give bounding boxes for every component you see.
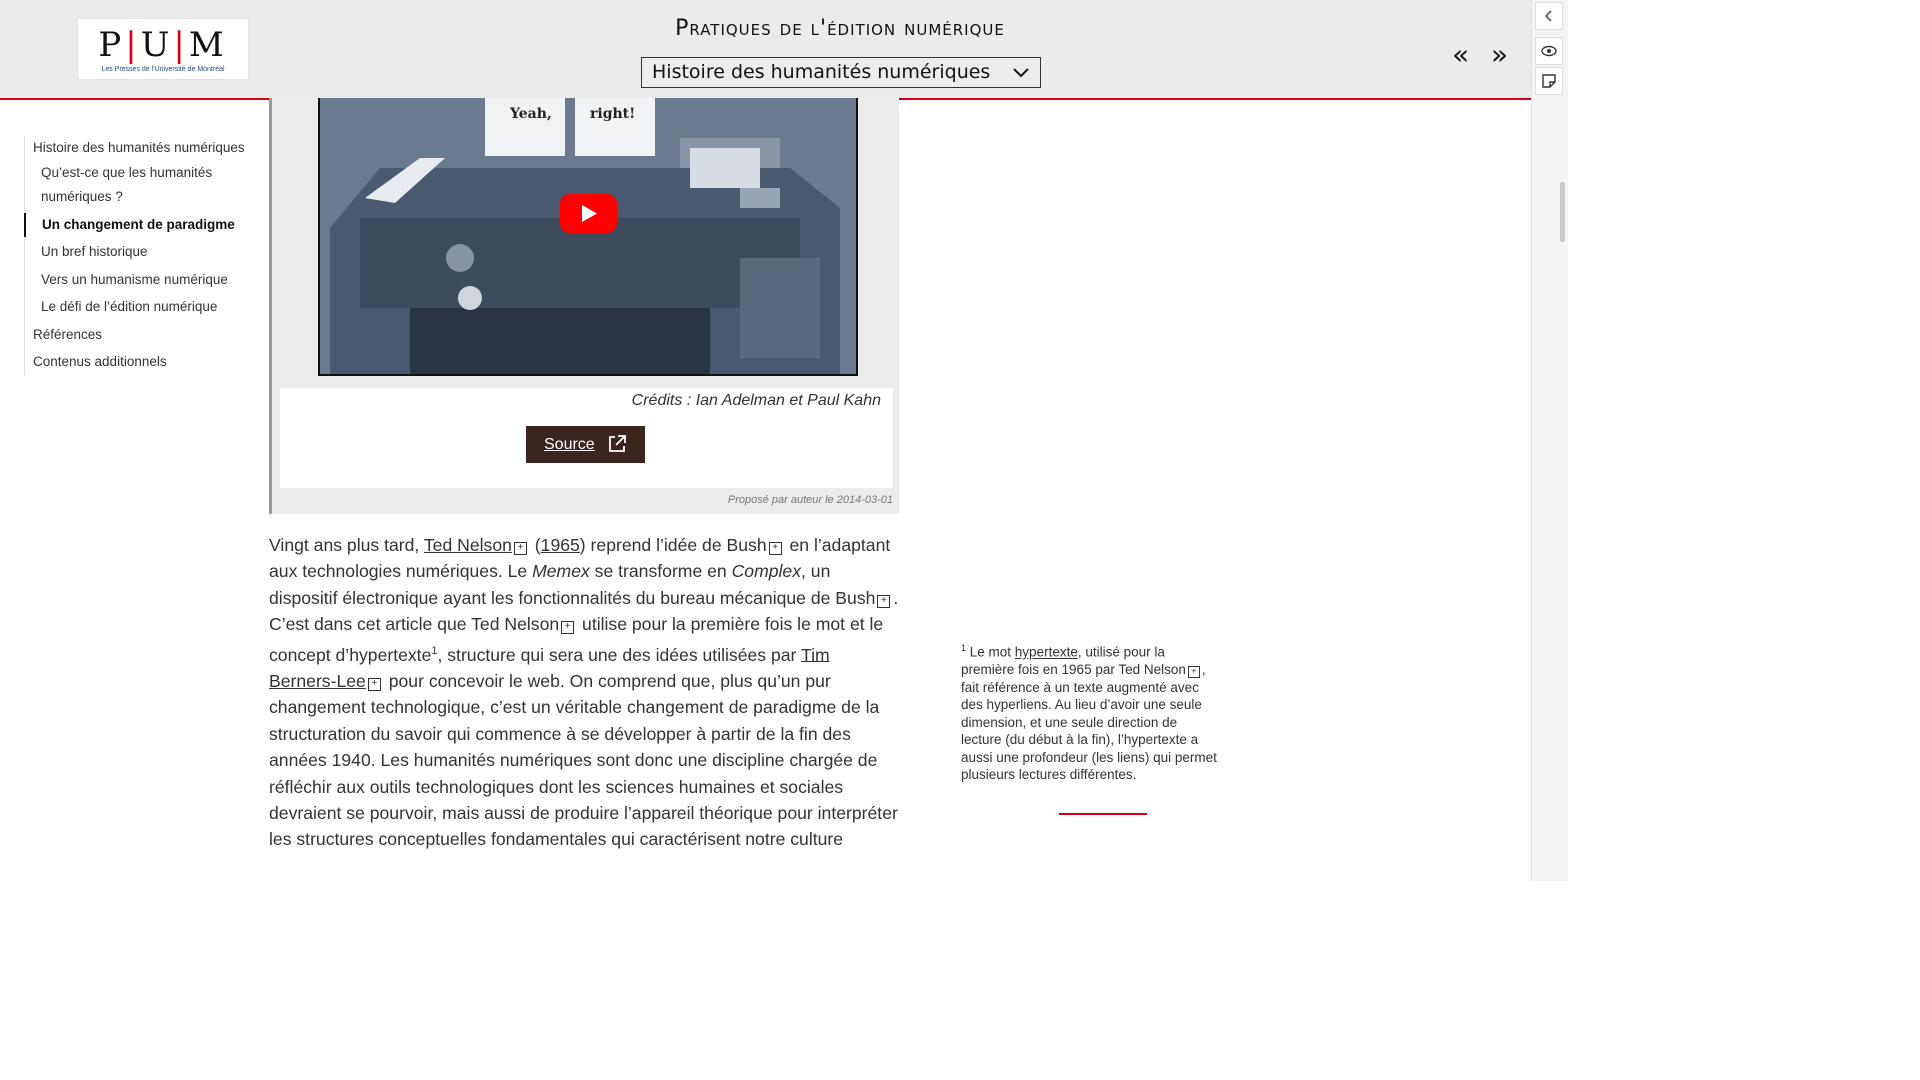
toc-item-humanisme-numerique[interactable]: Vers un humanisme numérique xyxy=(25,268,252,293)
expand-icon[interactable]: + xyxy=(513,542,527,555)
chevron-down-icon xyxy=(1012,63,1030,85)
logo-subtitle: Les Presses de l'Université de Montréal xyxy=(101,66,225,73)
main-paragraph: Vingt ans plus tard, Ted Nelson + (1965) … xyxy=(269,535,899,850)
chevron-left-icon[interactable] xyxy=(1535,2,1563,30)
video-player[interactable]: Yeah, right! xyxy=(318,98,858,376)
logo-mark: P|U|M xyxy=(98,25,228,65)
chapter-select[interactable]: Histoire des humanités numériques xyxy=(641,57,1041,88)
expand-icon[interactable]: + xyxy=(877,594,891,608)
table-of-contents: Histoire des humanités numériques Qu’est… xyxy=(24,136,252,375)
toc-item-quest-ce[interactable]: Qu’est-ce que les humanités numériques ? xyxy=(25,161,252,210)
expand-icon[interactable]: + xyxy=(1187,666,1200,678)
link-1965[interactable]: 1965 xyxy=(541,535,580,555)
header-bar: P|U|M Les Presses de l'Université de Mon… xyxy=(0,0,1531,100)
previous-chapter-button[interactable]: « xyxy=(1452,38,1469,71)
video-text-right: right! xyxy=(590,106,635,122)
source-button-label: Source xyxy=(544,436,595,453)
toc-item-changement-paradigme[interactable]: Un changement de paradigme xyxy=(24,212,252,237)
toc-item-references[interactable]: Références xyxy=(25,323,252,348)
next-chapter-button[interactable]: » xyxy=(1491,38,1508,71)
external-link-icon xyxy=(607,426,627,463)
source-button[interactable]: Source xyxy=(526,426,645,463)
book-title: Pratiques de l'édition numérique xyxy=(675,16,1005,41)
toc-item-defi-edition[interactable]: Le défi de l’édition numérique xyxy=(25,295,252,320)
expand-icon[interactable]: + xyxy=(768,542,782,555)
video-thumbnail: Yeah, right! xyxy=(320,98,856,374)
video-text-yeah: Yeah, xyxy=(509,106,552,122)
term-complex: Complex xyxy=(731,561,802,582)
annotation-rail xyxy=(1531,0,1568,881)
media-block: Yeah, right! Crédits : Ian Adelman et Pa… xyxy=(269,98,899,514)
caption-box: Crédits : Ian Adelman et Paul Kahn Sourc… xyxy=(280,388,893,488)
link-ted-nelson[interactable]: Ted Nelson xyxy=(424,535,512,555)
toc-item-contenus-additionnels[interactable]: Contenus additionnels xyxy=(25,350,252,375)
expand-icon[interactable]: + xyxy=(367,677,381,691)
toc-item-histoire[interactable]: Histoire des humanités numériques xyxy=(25,136,252,161)
proposed-by: Proposé par auteur le 2014-03-01 xyxy=(727,494,893,506)
margin-footnote: 1 Le mot hypertexte, utilisé pour la pre… xyxy=(961,643,1217,782)
expand-icon[interactable]: + xyxy=(561,621,575,635)
link-hypertexte[interactable]: hypertexte xyxy=(1015,645,1078,660)
chapter-select-value: Histoire des humanités numériques xyxy=(652,61,991,83)
pum-logo[interactable]: P|U|M Les Presses de l'Université de Mon… xyxy=(77,18,249,80)
video-credits: Crédits : Ian Adelman et Paul Kahn xyxy=(631,392,881,409)
term-memex: Memex xyxy=(532,561,590,582)
youtube-play-icon[interactable] xyxy=(560,194,617,233)
sticky-note-icon[interactable] xyxy=(1535,67,1563,95)
footnote-divider xyxy=(1059,813,1147,815)
eye-icon[interactable] xyxy=(1535,37,1563,65)
toc-item-bref-historique[interactable]: Un bref historique xyxy=(25,240,252,265)
scrollbar-thumb[interactable] xyxy=(1560,182,1565,242)
